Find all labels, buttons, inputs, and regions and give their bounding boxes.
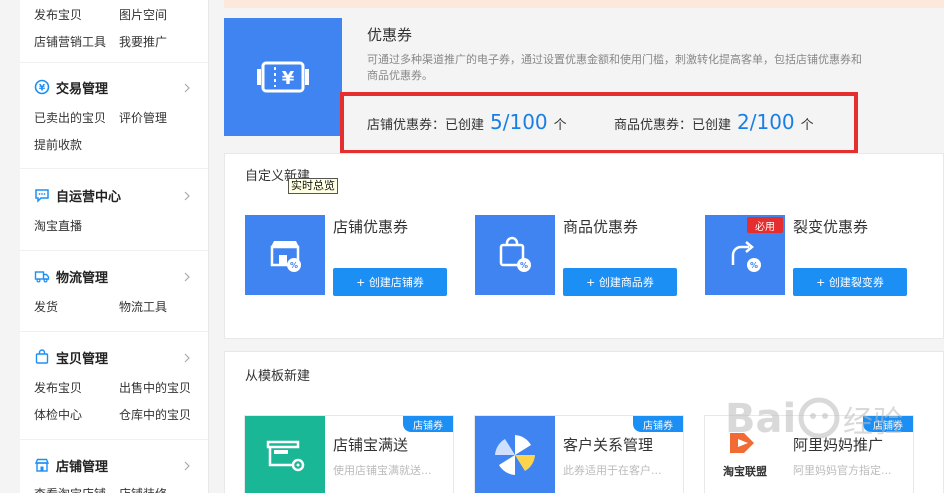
baidu-jingyan-watermark: Bai 经验	[725, 386, 930, 456]
stat-value: 5/100	[490, 110, 548, 134]
stat-label: 商品优惠券：已创建	[614, 118, 732, 133]
template-description: 使用店铺宝满就送...	[333, 464, 432, 477]
template-description: 阿里妈妈官方指定...	[793, 464, 892, 477]
must-use-badge: 必用	[747, 217, 783, 233]
item-coupon-stat: 商品优惠券：已创建 2/100 个	[614, 110, 814, 134]
sidebar-group-title: 物流管理	[56, 270, 109, 286]
template-card[interactable]: 客户关系管理 此券适用于在客户... 店铺券	[474, 415, 684, 493]
shopping-bag-icon	[34, 349, 50, 365]
chevron-right-icon[interactable]	[182, 83, 192, 93]
svg-text:%: %	[750, 261, 758, 270]
shop-coupon-tag: 店铺券	[403, 416, 453, 432]
logo-text: 淘宝联盟	[723, 464, 767, 478]
sidebar-divider	[20, 62, 208, 63]
stat-unit: 个	[553, 118, 567, 133]
chat-bubble-icon	[34, 187, 50, 203]
section-title: 从模板新建	[245, 369, 311, 384]
tooltip: 实时总览	[288, 178, 338, 194]
stat-label: 店铺优惠券：已创建	[367, 118, 485, 133]
svg-text:%: %	[520, 261, 528, 270]
sidebar-link-advance-payment[interactable]: 提前收款	[34, 136, 82, 153]
template-name: 客户关系管理	[563, 436, 654, 454]
sidebar-link-view-store[interactable]: 查看淘宝店铺	[34, 485, 106, 493]
sidebar-link-publish-item-2[interactable]: 发布宝贝	[34, 379, 82, 396]
sidebar-divider	[20, 439, 208, 440]
create-fission-coupon-button[interactable]: + 创建裂变券	[793, 268, 907, 296]
sidebar-group-title: 交易管理	[56, 81, 109, 97]
sidebar-link-sold-items[interactable]: 已卖出的宝贝	[34, 109, 106, 126]
chevron-right-icon[interactable]	[182, 191, 192, 201]
sidebar-group-logistics[interactable]: 物流管理	[34, 266, 108, 286]
sidebar-link-store-decoration[interactable]: 店铺装修	[119, 485, 167, 493]
template-description: 此券适用于在客户...	[563, 464, 662, 477]
truck-icon	[34, 268, 50, 284]
sidebar-group-items[interactable]: 宝贝管理	[34, 347, 108, 367]
coupon-ticket-icon: ¥	[224, 18, 342, 136]
sidebar-link-items-on-sale[interactable]: 出售中的宝贝	[119, 379, 191, 396]
sidebar-group-self-operation[interactable]: 自运营中心	[34, 185, 121, 205]
yen-circle-icon: ¥	[34, 79, 50, 95]
sidebar-divider	[20, 331, 208, 332]
sidebar-group-title: 宝贝管理	[56, 351, 109, 367]
svg-text:Bai: Bai	[725, 396, 796, 442]
shop-coupon-tag: 店铺券	[633, 416, 683, 432]
hero-description: 可通过多种渠道推广的电子券，通过设置优惠金额和使用门槛，刺激转化提高客单，包括店…	[367, 53, 862, 82]
notice-strip	[224, 0, 944, 8]
sidebar-link-reviews[interactable]: 评价管理	[119, 109, 167, 126]
shop-coupon-stat: 店铺优惠券：已创建 5/100 个	[367, 110, 567, 134]
chevron-right-icon[interactable]	[182, 272, 192, 282]
sidebar-link-items-in-warehouse[interactable]: 仓库中的宝贝	[119, 406, 191, 423]
sidebar-link-taobao-live[interactable]: 淘宝直播	[34, 217, 82, 234]
bag-coupon-icon[interactable]: %	[475, 215, 555, 295]
sidebar-link-publish-item[interactable]: 发布宝贝	[34, 6, 82, 23]
stat-unit: 个	[800, 118, 814, 133]
sidebar-link-image-space[interactable]: 图片空间	[119, 6, 167, 23]
sidebar-divider	[20, 168, 208, 169]
sidebar-group-trade[interactable]: ¥ 交易管理	[34, 77, 108, 97]
svg-text:¥: ¥	[282, 68, 295, 89]
svg-text:¥: ¥	[39, 84, 46, 94]
template-name: 店铺宝满送	[333, 436, 409, 454]
sidebar-link-shipping[interactable]: 发货	[34, 298, 58, 315]
create-shop-coupon-button[interactable]: + 创建店铺券	[333, 268, 447, 296]
hero-title: 优惠券	[367, 26, 413, 44]
svg-text:%: %	[290, 261, 298, 270]
stat-value: 2/100	[737, 110, 795, 134]
sidebar-link-logistics-tools[interactable]: 物流工具	[119, 298, 167, 315]
svg-text:经验: 经验	[843, 405, 903, 440]
sidebar-link-marketing-tools[interactable]: 店铺营销工具	[34, 33, 106, 50]
store-icon	[34, 457, 50, 473]
coupon-name: 店铺优惠券	[333, 218, 409, 236]
page: 发布宝贝 图片空间 店铺营销工具 我要推广 ¥ 交易管理 已卖出的宝贝 评价管理…	[0, 0, 944, 493]
coupon-name: 裂变优惠券	[793, 218, 869, 236]
chevron-right-icon[interactable]	[182, 353, 192, 363]
coupon-name: 商品优惠券	[563, 218, 639, 236]
sidebar-group-title: 店铺管理	[56, 459, 109, 475]
sidebar-group-title: 自运营中心	[56, 189, 122, 205]
create-item-coupon-button[interactable]: + 创建商品券	[563, 268, 677, 296]
store-gear-icon	[245, 416, 325, 493]
sidebar-divider	[20, 250, 208, 251]
sidebar-link-health-check[interactable]: 体检中心	[34, 406, 82, 423]
sidebar: 发布宝贝 图片空间 店铺营销工具 我要推广 ¥ 交易管理 已卖出的宝贝 评价管理…	[20, 0, 209, 493]
pinwheel-icon	[475, 416, 555, 493]
chevron-right-icon[interactable]	[182, 461, 192, 471]
sidebar-link-promote[interactable]: 我要推广	[119, 33, 167, 50]
shop-coupon-icon[interactable]: %	[245, 215, 325, 295]
sidebar-group-store[interactable]: 店铺管理	[34, 455, 108, 475]
template-card[interactable]: 店铺宝满送 使用店铺宝满就送... 店铺券	[244, 415, 454, 493]
